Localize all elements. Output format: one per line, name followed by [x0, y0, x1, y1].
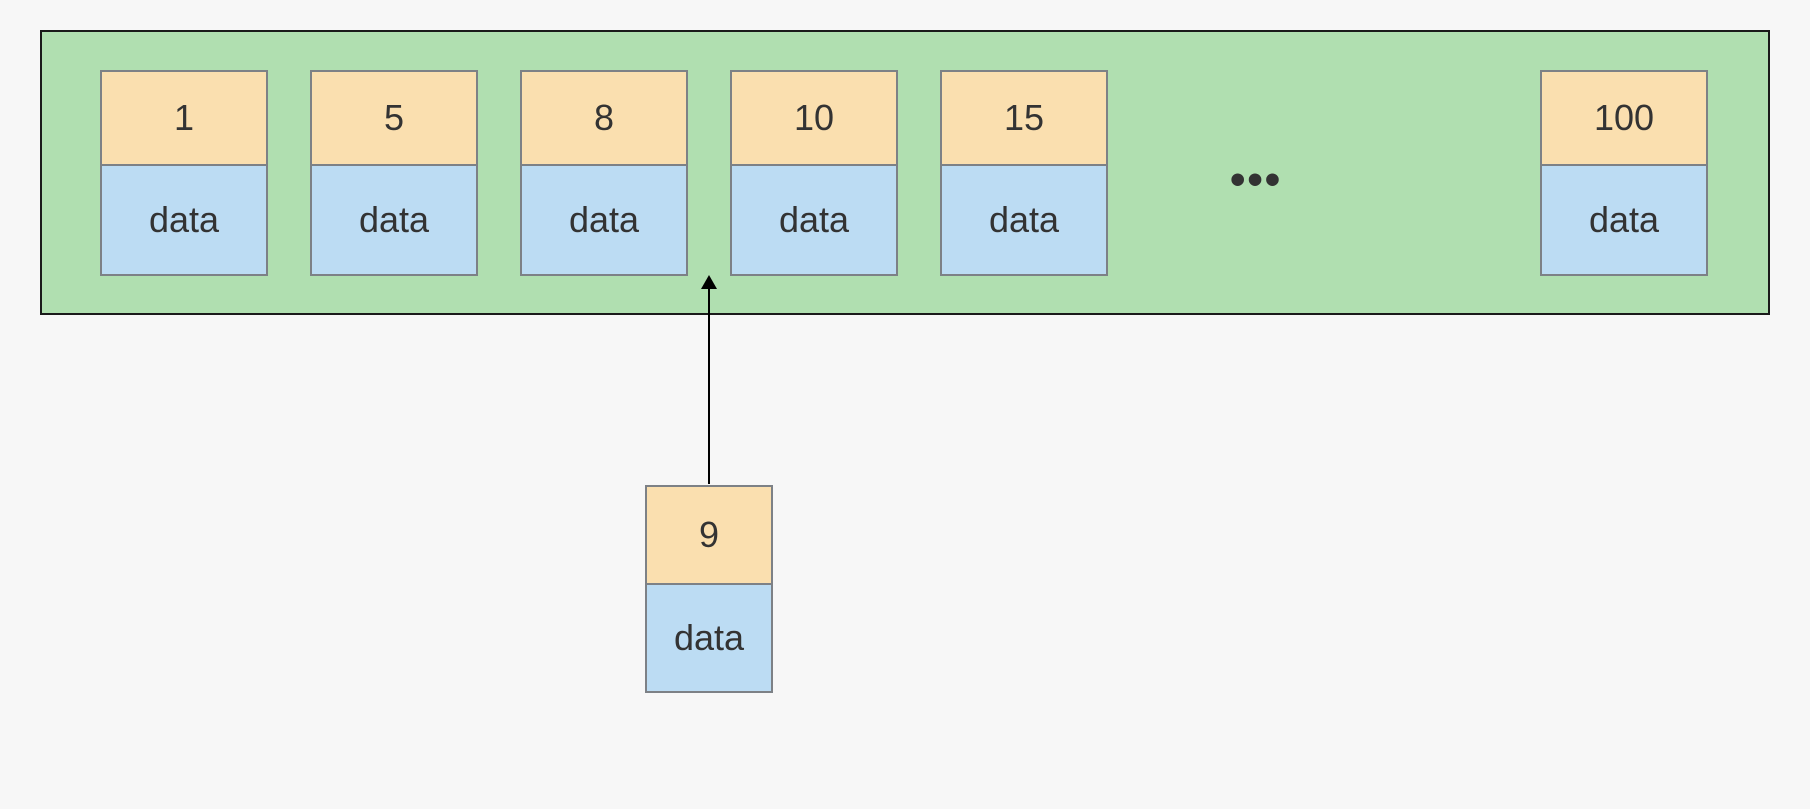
array-node: 1 data — [100, 70, 268, 276]
node-key: 10 — [730, 70, 898, 166]
array-node: 10 data — [730, 70, 898, 276]
diagram-canvas: 1 data 5 data 8 data 10 data 15 data •••… — [0, 0, 1810, 809]
insert-node: 9 data — [645, 485, 773, 693]
arrow-head-icon — [701, 275, 717, 289]
insert-arrow — [708, 289, 710, 484]
node-key: 15 — [940, 70, 1108, 166]
node-key: 8 — [520, 70, 688, 166]
node-data: data — [310, 166, 478, 276]
array-node: 15 data — [940, 70, 1108, 276]
node-data: data — [645, 585, 773, 693]
node-data: data — [100, 166, 268, 276]
ellipsis-icon: ••• — [1230, 155, 1282, 205]
array-node: 8 data — [520, 70, 688, 276]
node-key: 9 — [645, 485, 773, 585]
node-data: data — [520, 166, 688, 276]
array-node: 5 data — [310, 70, 478, 276]
array-container — [40, 30, 1770, 315]
node-data: data — [940, 166, 1108, 276]
node-data: data — [1540, 166, 1708, 276]
node-key: 1 — [100, 70, 268, 166]
array-node: 100 data — [1540, 70, 1708, 276]
node-key: 5 — [310, 70, 478, 166]
node-key: 100 — [1540, 70, 1708, 166]
node-data: data — [730, 166, 898, 276]
